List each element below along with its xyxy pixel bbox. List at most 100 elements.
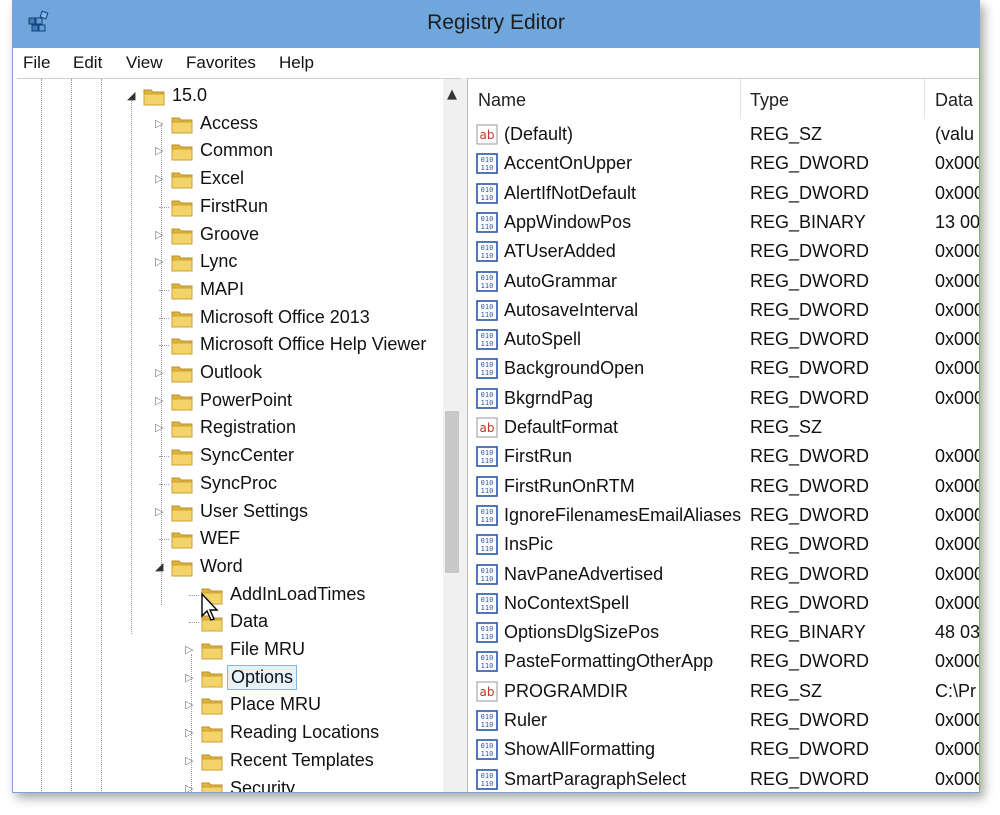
tree-node-outlook[interactable]: ▷ Outlook	[17, 360, 437, 386]
column-header-name[interactable]: Name	[468, 79, 741, 119]
tree-node-wef[interactable]: WEF	[17, 526, 437, 552]
value-row[interactable]: 010 110 OptionsDlgSizePos REG_BINARY 48 03	[468, 619, 979, 648]
tree-node-label[interactable]: WEF	[197, 528, 243, 549]
tree-node-label[interactable]: Microsoft Office 2013	[197, 307, 373, 328]
tree-node-label[interactable]: SyncCenter	[197, 445, 297, 466]
tree-node-label[interactable]: File MRU	[227, 639, 308, 660]
tree-node-place-mru[interactable]: ▷ Place MRU	[17, 692, 437, 718]
tree-node-label[interactable]: SyncProc	[197, 473, 280, 494]
expand-arrow-icon[interactable]: ▷	[155, 367, 165, 379]
expand-arrow-icon[interactable]: ▷	[155, 117, 165, 130]
title-bar[interactable]: Registry Editor	[13, 0, 979, 48]
value-row[interactable]: 010110 NoContextSpell REG_DWORD 0x000	[468, 590, 979, 619]
expand-arrow-icon[interactable]: ▷	[185, 782, 195, 792]
tree-node-label[interactable]: Outlook	[197, 362, 265, 383]
expand-arrow-icon[interactable]: ▷	[155, 228, 165, 241]
tree-node-label[interactable]: MAPI	[197, 279, 247, 300]
value-row[interactable]: 010110 ShowAllFormatting REG_DWORD 0x000	[468, 736, 979, 765]
tree-node-label[interactable]: FirstRun	[197, 196, 271, 217]
expand-arrow-icon[interactable]: ▷	[155, 173, 165, 185]
menu-favorites[interactable]: Favorites	[186, 53, 256, 73]
tree-node-groove[interactable]: ▷ Groove	[17, 222, 437, 248]
value-row[interactable]: 010110 AutoGrammar REG_DWORD 0x000	[468, 268, 979, 297]
value-row[interactable]: 010110 BkgrndPag REG_DWORD 0x000	[468, 385, 979, 414]
tree-node-label[interactable]: Registration	[197, 417, 299, 438]
tree-node-powerpoint[interactable]: ▷ PowerPoint	[17, 388, 437, 414]
value-row[interactable]: 010110 InsPic REG_DWORD 0x000	[468, 531, 979, 560]
menu-edit[interactable]: Edit	[73, 53, 102, 73]
tree-node-label[interactable]: Access	[197, 113, 261, 134]
value-row[interactable]: 010110 AccentOnUpper REG_DWORD 0x000	[468, 150, 979, 179]
tree-node-label[interactable]: Place MRU	[227, 694, 324, 715]
tree-node-label[interactable]: Microsoft Office Help Viewer	[197, 334, 429, 355]
tree-node-label[interactable]: Common	[197, 140, 276, 161]
tree-node-reading-locations[interactable]: ▷ Reading Locations	[17, 720, 437, 746]
value-row[interactable]: 010110 ATUserAdded REG_DWORD 0x000	[468, 238, 979, 267]
tree-node-label[interactable]: Groove	[197, 224, 262, 245]
tree-node-microsoft-office-2013[interactable]: Microsoft Office 2013	[17, 305, 437, 331]
tree-node-syncproc[interactable]: SyncProc	[17, 471, 437, 497]
menu-help[interactable]: Help	[279, 53, 314, 73]
tree-node-label[interactable]: Lync	[197, 251, 240, 272]
tree-node-file-mru[interactable]: ▷ File MRU	[17, 637, 437, 663]
tree-node-label[interactable]: Security	[227, 778, 298, 793]
tree-node-excel[interactable]: ▷ Excel	[17, 166, 437, 192]
value-row[interactable]: 010110 Ruler REG_DWORD 0x000	[468, 707, 979, 736]
scroll-up-arrow-icon[interactable]: ▲	[447, 87, 457, 102]
value-row[interactable]: 010 110 IgnoreFilenamesEmailAliases REG_DWO…	[468, 502, 979, 531]
expand-arrow-icon[interactable]: ▷	[185, 699, 195, 711]
values-list-pane[interactable]: Name Type Data ab (Default) REG_SZ (valu 010…	[467, 78, 979, 792]
expand-arrow-icon[interactable]: ▷	[185, 644, 195, 656]
tree-node-word[interactable]: ◢ Word	[17, 554, 437, 580]
column-header-data[interactable]: Data	[925, 79, 979, 119]
tree-node-access[interactable]: ▷ Access	[17, 111, 437, 137]
value-row[interactable]: 010110 FirstRun REG_DWORD 0x000	[468, 443, 979, 472]
tree-node-15-0[interactable]: ◢ 15.0	[17, 83, 437, 109]
registry-tree-pane[interactable]: ◢ 15.0 ▷ Access ▷ Common ▷ Excel FirstRun ▷ Groove…	[17, 78, 462, 793]
value-row[interactable]: 010 110 PasteFormattingOtherApp REG_DWORD 0x…	[468, 648, 979, 677]
expand-arrow-icon[interactable]: ▷	[185, 727, 195, 739]
tree-node-label[interactable]: Excel	[197, 168, 247, 189]
value-row[interactable]: 010110 NavPaneAdvertised REG_DWORD 0x000	[468, 561, 979, 590]
tree-node-mapi[interactable]: MAPI	[17, 277, 437, 303]
tree-node-user-settings[interactable]: ▷ User Settings	[17, 499, 437, 525]
tree-node-label[interactable]: Options	[227, 664, 298, 690]
value-row[interactable]: 010 110 AppWindowPos REG_BINARY 13 00	[468, 209, 979, 238]
tree-node-microsoft-office-help-viewer[interactable]: Microsoft Office Help Viewer	[17, 332, 437, 358]
tree-node-security[interactable]: ▷ Security	[17, 776, 437, 793]
tree-node-label[interactable]: AddInLoadTimes	[227, 584, 368, 605]
expand-arrow-icon[interactable]: ▷	[155, 505, 165, 518]
tree-node-label[interactable]: 15.0	[169, 85, 210, 106]
menu-file[interactable]: File	[23, 53, 50, 73]
value-row[interactable]: 010110 FirstRunOnRTM REG_DWORD 0x000	[468, 473, 979, 502]
tree-node-data[interactable]: Data	[17, 609, 437, 635]
value-row[interactable]: 010110 BackgroundOpen REG_DWORD 0x000	[468, 355, 979, 384]
value-row[interactable]: ab DefaultFormat REG_SZ	[468, 414, 979, 443]
tree-node-label[interactable]: Reading Locations	[227, 722, 382, 743]
tree-node-label[interactable]: Data	[227, 611, 271, 632]
value-row[interactable]: 010110 AlertIfNotDefault REG_DWORD 0x000	[468, 180, 979, 209]
tree-node-recent-templates[interactable]: ▷ Recent Templates	[17, 748, 437, 774]
expand-arrow-icon[interactable]: ▷	[155, 394, 165, 407]
tree-node-registration[interactable]: ▷ Registration	[17, 415, 437, 441]
tree-node-common[interactable]: ▷ Common	[17, 138, 437, 164]
tree-node-label[interactable]: User Settings	[197, 501, 311, 522]
tree-node-label[interactable]: Recent Templates	[227, 750, 377, 771]
scrollbar-thumb[interactable]	[445, 411, 459, 573]
expand-arrow-icon[interactable]: ▷	[185, 754, 195, 767]
menu-view[interactable]: View	[126, 53, 163, 73]
column-header-type[interactable]: Type	[740, 79, 925, 119]
expand-arrow-icon[interactable]: ▷	[155, 422, 165, 434]
value-row[interactable]: 010110 SmartParagraphSelect REG_DWORD 0x000	[468, 766, 979, 792]
value-row[interactable]: 010110 AutosaveInterval REG_DWORD 0x000	[468, 297, 979, 326]
value-row[interactable]: 010110 AutoSpell REG_DWORD 0x000	[468, 326, 979, 355]
tree-node-firstrun[interactable]: FirstRun	[17, 194, 437, 220]
expand-arrow-icon[interactable]: ▷	[155, 256, 165, 268]
tree-node-label[interactable]: Word	[197, 556, 246, 577]
value-row[interactable]: ab (Default) REG_SZ (valu	[468, 121, 979, 150]
collapse-arrow-icon[interactable]: ◢	[155, 560, 165, 573]
expand-arrow-icon[interactable]: ▷	[155, 145, 165, 157]
tree-node-label[interactable]: PowerPoint	[197, 390, 295, 411]
tree-node-lync[interactable]: ▷ Lync	[17, 249, 437, 275]
tree-vertical-scrollbar[interactable]: ▲	[443, 79, 461, 792]
